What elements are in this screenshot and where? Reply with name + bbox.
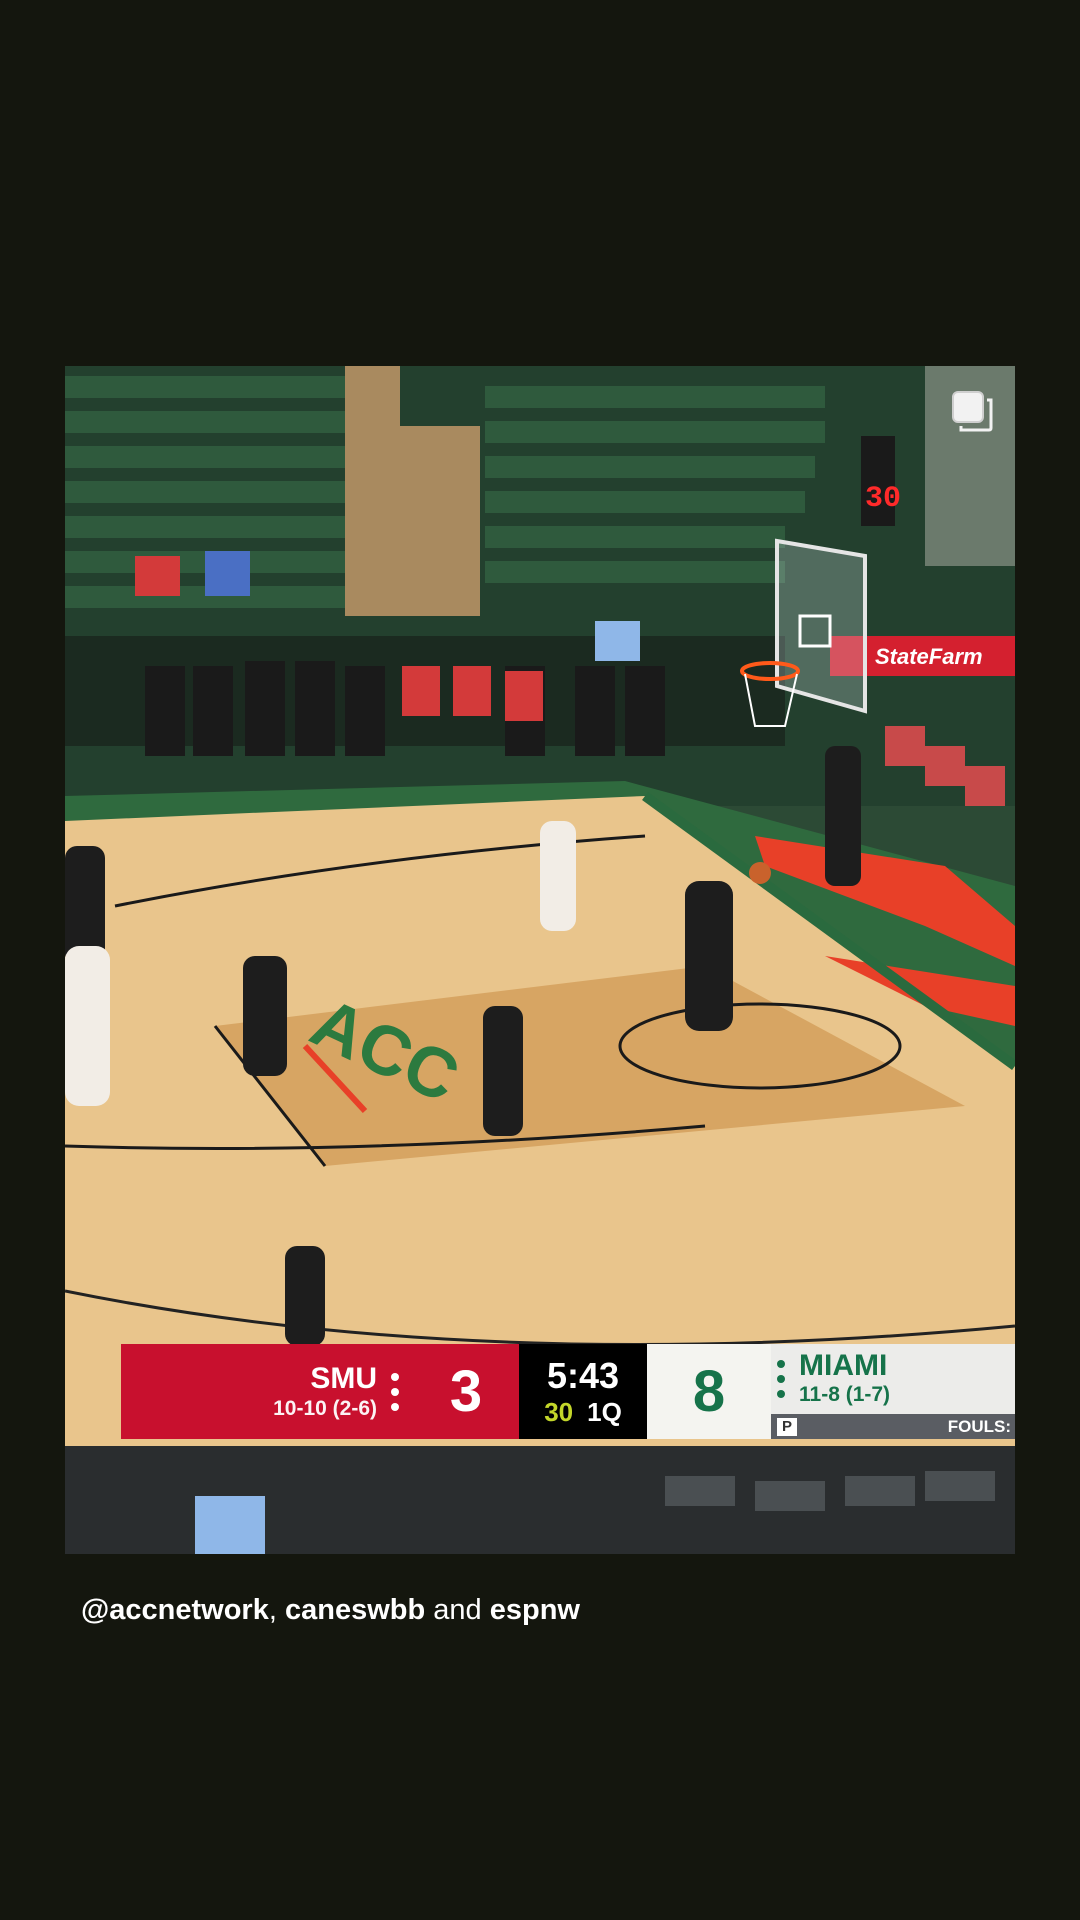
away-team-name: SMU	[310, 1361, 377, 1395]
away-score: 3	[449, 1359, 483, 1424]
home-team-record: 11-8 (1-7)	[799, 1383, 891, 1406]
period: 1Q	[587, 1396, 622, 1427]
instagram-post: StateFarm 30 ACC SMU 10-10 (2-6) 3 5:43 …	[0, 0, 1080, 1920]
account-link-accnetwork[interactable]: @accnetwork	[81, 1594, 269, 1626]
sponsor-banner: StateFarm	[875, 644, 983, 669]
multiple-images-icon[interactable]	[951, 390, 993, 432]
caption-separator: ,	[268, 1594, 277, 1626]
video-frame[interactable]: StateFarm 30 ACC SMU 10-10 (2-6) 3 5:43 …	[65, 366, 1015, 1554]
post-caption: @accnetwork, caneswbb and espnw	[81, 1594, 580, 1627]
game-clock: 5:43	[546, 1354, 620, 1396]
home-score: 8	[647, 1344, 771, 1439]
away-team-record: 10-10 (2-6)	[273, 1396, 377, 1420]
account-link-caneswbb[interactable]: caneswbb	[285, 1594, 425, 1626]
caption-separator-and: and	[433, 1594, 482, 1626]
game-clock-panel: 5:43 30 1Q	[519, 1344, 647, 1439]
scorebug: SMU 10-10 (2-6) 3 5:43 30 1Q 8 MIAMI 11-…	[121, 1344, 1015, 1439]
home-team-name: MIAMI	[799, 1349, 888, 1382]
possession-indicator: P	[777, 1417, 797, 1436]
arena-shot-clock: 30	[865, 482, 901, 516]
home-timeouts-indicator	[777, 1360, 787, 1398]
shot-clock: 30	[544, 1396, 574, 1427]
away-team-panel: SMU 10-10 (2-6) 3	[121, 1344, 519, 1439]
home-team-panel: MIAMI 11-8 (1-7) P FOULS:	[771, 1344, 1015, 1439]
away-timeouts-indicator	[391, 1372, 401, 1411]
fouls-label: FOULS:	[947, 1416, 1011, 1436]
account-link-espnw[interactable]: espnw	[490, 1594, 580, 1626]
